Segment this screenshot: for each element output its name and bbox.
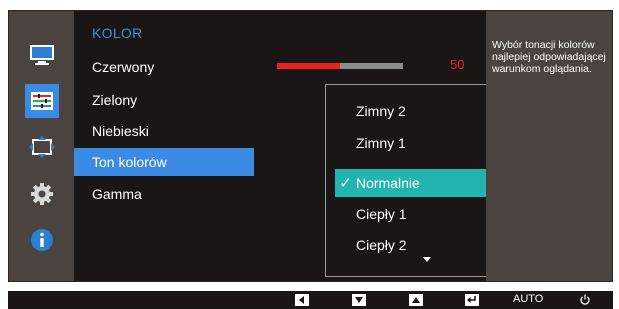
- color-menu: KOLOR Czerwony Zielony Niebieski Ton kol…: [74, 11, 537, 281]
- category-sidebar: [9, 11, 74, 281]
- color-adjust-icon[interactable]: [25, 84, 59, 118]
- red-slider[interactable]: [277, 63, 403, 69]
- osd-window: KOLOR Czerwony Zielony Niebieski Ton kol…: [8, 10, 613, 282]
- auto-button[interactable]: AUTO: [513, 293, 543, 305]
- help-panel: Wybór tonacji kolorów najlepiej odpowiad…: [486, 11, 612, 281]
- menu-item-green[interactable]: Zielony: [74, 86, 254, 114]
- menu-item-color-tone[interactable]: Ton kolorów: [74, 148, 254, 176]
- menu-item-red[interactable]: Czerwony: [74, 53, 254, 81]
- checkmark-icon: ✓: [339, 175, 352, 192]
- monitor-icon[interactable]: [25, 38, 59, 72]
- down-arrow-icon[interactable]: [351, 293, 367, 306]
- power-icon[interactable]: [577, 293, 593, 306]
- up-arrow-icon[interactable]: [408, 293, 424, 306]
- menu-title: KOLOR: [92, 25, 143, 41]
- help-text: Wybór tonacji kolorów najlepiej odpowiad…: [492, 39, 606, 75]
- left-arrow-icon[interactable]: [294, 293, 310, 306]
- enter-icon[interactable]: [464, 293, 480, 306]
- menu-item-gamma[interactable]: Gamma: [74, 180, 254, 208]
- resize-icon[interactable]: [25, 130, 59, 164]
- red-slider-value: 50: [450, 57, 465, 72]
- option-normal-label: Normalnie: [356, 175, 420, 191]
- bottom-button-bar: AUTO: [8, 291, 613, 309]
- red-slider-fill: [277, 63, 340, 69]
- gear-icon[interactable]: [25, 177, 59, 211]
- scroll-down-icon[interactable]: [423, 257, 431, 262]
- menu-item-blue[interactable]: Niebieski: [74, 117, 254, 145]
- info-icon[interactable]: [25, 223, 59, 257]
